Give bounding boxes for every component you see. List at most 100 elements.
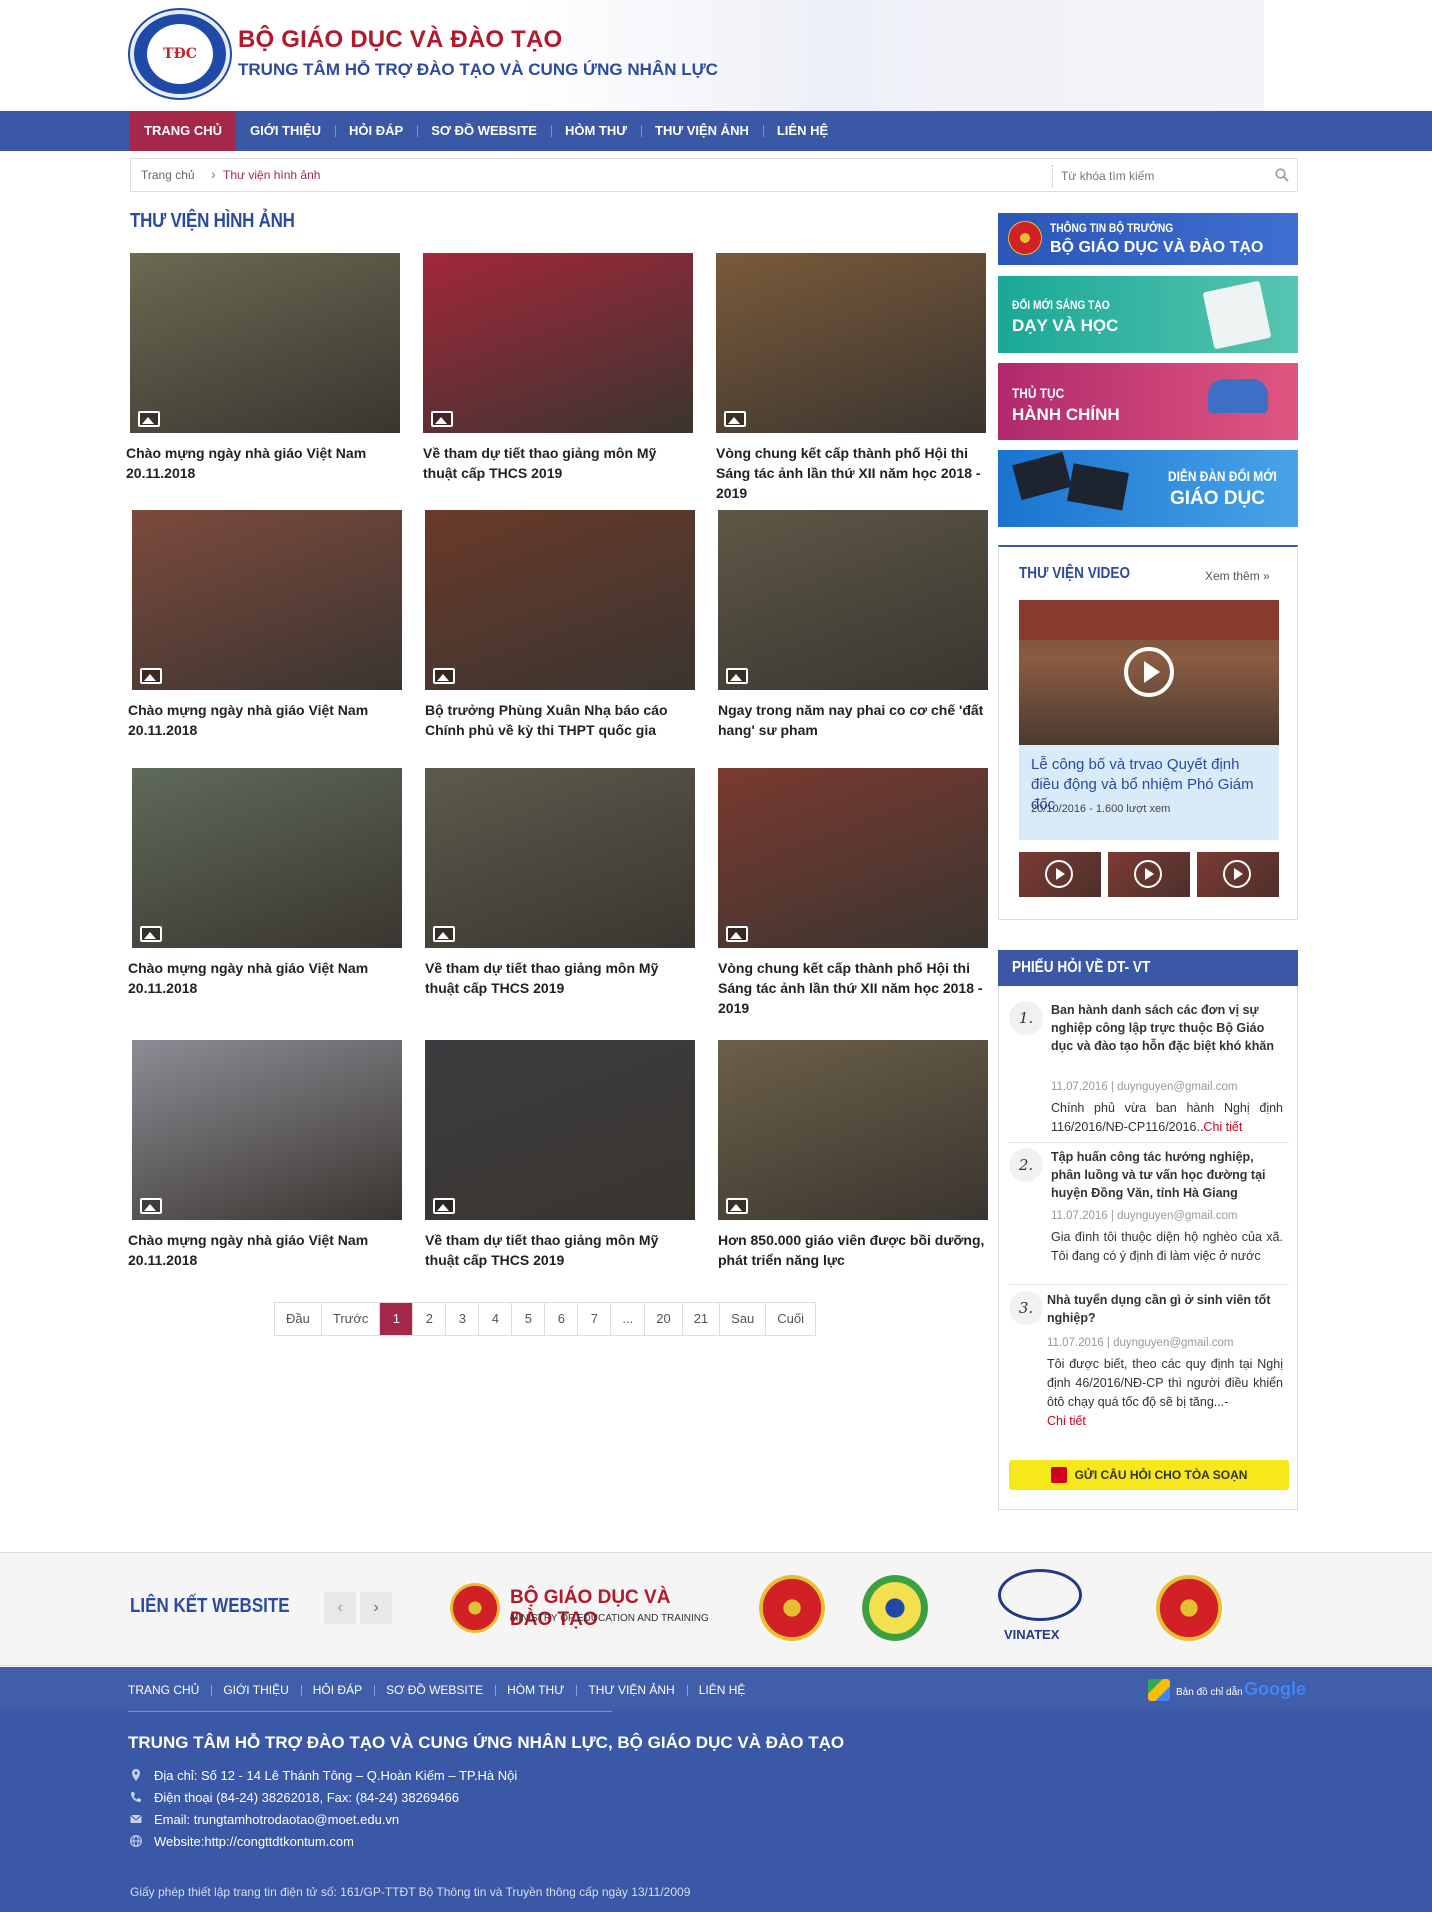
gallery-thumbnail[interactable] <box>130 253 400 433</box>
gallery-item[interactable]: Chào mựng ngày nhà giáo Việt Nam 20.11.2… <box>128 510 402 740</box>
gallery-item[interactable]: Bộ trưởng Phùng Xuân Nhạ báo cáo Chính p… <box>425 510 695 740</box>
faq-question[interactable]: Tập huấn công tác hướng nghiệp, phân luồ… <box>1051 1148 1283 1202</box>
gallery-thumbnail[interactable] <box>132 768 402 948</box>
gallery-caption[interactable]: Chào mựng ngày nhà giáo Việt Nam 20.11.2… <box>126 443 400 483</box>
play-icon[interactable] <box>1124 647 1174 697</box>
gallery-thumbnail[interactable] <box>423 253 693 433</box>
gallery-caption[interactable]: Ngay trong năm nay phai co cơ chế 'đất h… <box>718 700 988 740</box>
faq-question[interactable]: Nhà tuyển dụng cần gì ở sinh viên tốt ng… <box>1047 1291 1283 1327</box>
faq-item[interactable]: 3. Nhà tuyển dụng cần gì ở sinh viên tốt… <box>1009 1291 1291 1441</box>
link-vinatex[interactable]: VINATEX <box>998 1569 1084 1645</box>
page-button[interactable]: Đầu <box>275 1303 322 1335</box>
gallery-thumbnail[interactable] <box>425 510 695 690</box>
page-button[interactable]: 7 <box>578 1303 612 1335</box>
website-text[interactable]: Website:http://congttdtkontum.com <box>154 1834 354 1849</box>
gallery-caption[interactable]: Vòng chung kết cấp thành phố Hội thi Sán… <box>716 443 986 503</box>
video-thumbnail[interactable] <box>1108 852 1190 897</box>
page-button[interactable]: 20 <box>645 1303 683 1335</box>
link-emblem-2[interactable] <box>1156 1575 1222 1641</box>
gallery-item[interactable]: Hơn 850.000 giáo viên được bồi dưỡng, ph… <box>718 1040 988 1270</box>
gallery-item[interactable]: Về tham dự tiết thao giảng môn Mỹ thuật … <box>425 1040 695 1270</box>
gallery-caption[interactable]: Chào mựng ngày nhà giáo Việt Nam 20.11.2… <box>128 1230 402 1270</box>
gallery-thumbnail[interactable] <box>425 768 695 948</box>
nav-item[interactable]: LIÊN HỆ <box>762 111 842 151</box>
gallery-caption[interactable]: Về tham dự tiết thao giảng môn Mỹ thuật … <box>425 1230 695 1270</box>
gallery-caption[interactable]: Bộ trưởng Phùng Xuân Nhạ báo cáo Chính p… <box>425 700 695 740</box>
banner-education-forum[interactable]: DIỄN ĐÀN ĐỔI MỚI GIÁO DỤC <box>998 450 1298 527</box>
link-union-logo[interactable] <box>862 1575 928 1641</box>
page-button[interactable]: 21 <box>682 1303 721 1335</box>
links-next-button[interactable]: › <box>360 1592 392 1624</box>
banner-teaching-innovation[interactable]: ĐỔI MỚI SÁNG TẠO DẠY VÀ HỌC <box>998 276 1298 353</box>
gallery-item[interactable]: Vòng chung kết cấp thành phố Hội thi Sán… <box>718 768 988 1018</box>
search-icon[interactable] <box>1275 168 1289 182</box>
gallery-caption[interactable]: Hơn 850.000 giáo viên được bồi dưỡng, ph… <box>718 1230 988 1270</box>
nav-item[interactable]: THƯ VIỆN ẢNH <box>641 111 763 151</box>
google-map-link[interactable]: Bản đồ chỉ dẫn Google <box>1148 1679 1306 1703</box>
nav-item[interactable]: HÒM THƯ <box>550 111 641 151</box>
banner-minister-info[interactable]: THÔNG TIN BỘ TRƯỞNG BỘ GIÁO DỤC VÀ ĐÀO T… <box>998 213 1298 265</box>
video-thumbnail[interactable] <box>1019 852 1101 897</box>
link-moet[interactable]: BỘ GIÁO DỤC VÀ ĐÀO TẠO MINISTRY OF EDUCA… <box>450 1581 710 1641</box>
gallery-thumbnail[interactable] <box>132 1040 402 1220</box>
gallery-caption[interactable]: Chào mựng ngày nhà giáo Việt Nam 20.11.2… <box>128 958 402 998</box>
page-button[interactable]: Cuối <box>766 1303 816 1335</box>
gallery-thumbnail[interactable] <box>425 1040 695 1220</box>
breadcrumb-home[interactable]: Trang chủ <box>141 168 195 182</box>
gallery-thumbnail[interactable] <box>718 1040 988 1220</box>
gallery-item[interactable]: Về tham dự tiết thao giảng môn Mỹ thuật … <box>423 253 693 483</box>
nav-item[interactable]: HỎI ĐÁP <box>335 111 417 151</box>
page-button[interactable]: 2 <box>413 1303 447 1335</box>
footer-nav-item[interactable]: HỎI ĐÁP <box>300 1683 374 1697</box>
gallery-caption[interactable]: Về tham dự tiết thao giảng môn Mỹ thuật … <box>425 958 695 998</box>
email-text[interactable]: Email: trungtamhotrodaotao@moet.edu.vn <box>154 1812 399 1827</box>
send-question-button[interactable]: GỬI CÂU HỎI CHO TÒA SOẠN <box>1009 1460 1289 1490</box>
nav-item[interactable]: TRANG CHỦ <box>130 111 236 151</box>
gallery-thumbnail[interactable] <box>716 253 986 433</box>
nav-item[interactable]: SƠ ĐỒ WEBSITE <box>417 111 551 151</box>
gallery-thumbnail[interactable] <box>132 510 402 690</box>
footer-nav-item[interactable]: GIỚI THIỆU <box>211 1683 300 1697</box>
faq-detail-link[interactable]: Chi tiết <box>1047 1414 1086 1428</box>
page-button[interactable]: 4 <box>479 1303 513 1335</box>
footer-nav-item[interactable]: HÒM THƯ <box>495 1683 576 1697</box>
banner-administrative-procedures[interactable]: THỦ TỤC HÀNH CHÍNH <box>998 363 1298 440</box>
gallery-item[interactable]: Vòng chung kết cấp thành phố Hội thi Sán… <box>716 253 986 503</box>
video-more-link[interactable]: Xem thêm » <box>1205 569 1270 583</box>
page-button[interactable]: 6 <box>545 1303 579 1335</box>
search-input[interactable] <box>1061 166 1261 186</box>
gallery-item[interactable]: Chào mựng ngày nhà giáo Việt Nam 20.11.2… <box>126 253 400 483</box>
play-icon[interactable] <box>1223 860 1251 888</box>
gallery-caption[interactable]: Chào mựng ngày nhà giáo Việt Nam 20.11.2… <box>128 700 402 740</box>
play-icon[interactable] <box>1045 860 1073 888</box>
page-button[interactable]: Trước <box>321 1303 381 1335</box>
faq-item[interactable]: 2. Tập huấn công tác hướng nghiệp, phân … <box>1009 1148 1291 1278</box>
gallery-caption[interactable]: Về tham dự tiết thao giảng môn Mỹ thuật … <box>423 443 693 483</box>
video-thumbnail[interactable] <box>1197 852 1279 897</box>
gallery-thumbnail[interactable] <box>718 768 988 948</box>
footer-nav-item[interactable]: THƯ VIỆN ẢNH <box>576 1683 686 1697</box>
image-icon <box>433 1198 455 1214</box>
page-button[interactable]: 5 <box>512 1303 546 1335</box>
footer-nav-item[interactable]: TRANG CHỦ <box>128 1683 211 1697</box>
links-prev-button[interactable]: ‹ <box>324 1592 356 1624</box>
footer-nav-item[interactable]: SƠ ĐỒ WEBSITE <box>374 1683 495 1697</box>
link-emblem-1[interactable] <box>759 1575 825 1641</box>
play-icon[interactable] <box>1134 860 1162 888</box>
gallery-item[interactable]: Ngay trong năm nay phai co cơ chế 'đất h… <box>718 510 988 740</box>
gallery-item[interactable]: Chào mựng ngày nhà giáo Việt Nam 20.11.2… <box>128 768 402 998</box>
gallery-item[interactable]: Chào mựng ngày nhà giáo Việt Nam 20.11.2… <box>128 1040 402 1270</box>
faq-item[interactable]: 1. Ban hành danh sách các đơn vị sự nghi… <box>1009 1001 1291 1134</box>
footer-nav-item[interactable]: LIÊN HỆ <box>686 1683 758 1697</box>
gallery-thumbnail[interactable] <box>718 510 988 690</box>
page-button[interactable]: 3 <box>446 1303 480 1335</box>
video-main-thumbnail[interactable] <box>1019 600 1279 745</box>
gallery-caption[interactable]: Vòng chung kết cấp thành phố Hội thi Sán… <box>718 958 988 1018</box>
page-button[interactable]: 1 <box>380 1303 414 1335</box>
gallery-item[interactable]: Về tham dự tiết thao giảng môn Mỹ thuật … <box>425 768 695 998</box>
page-button[interactable]: Sau <box>720 1303 767 1335</box>
faq-question[interactable]: Ban hành danh sách các đơn vị sự nghiệp … <box>1051 1001 1283 1055</box>
faq-detail-link[interactable]: Chi tiết <box>1203 1120 1242 1134</box>
site-logo[interactable]: TĐC <box>130 10 230 98</box>
nav-item[interactable]: GIỚI THIỆU <box>236 111 335 151</box>
